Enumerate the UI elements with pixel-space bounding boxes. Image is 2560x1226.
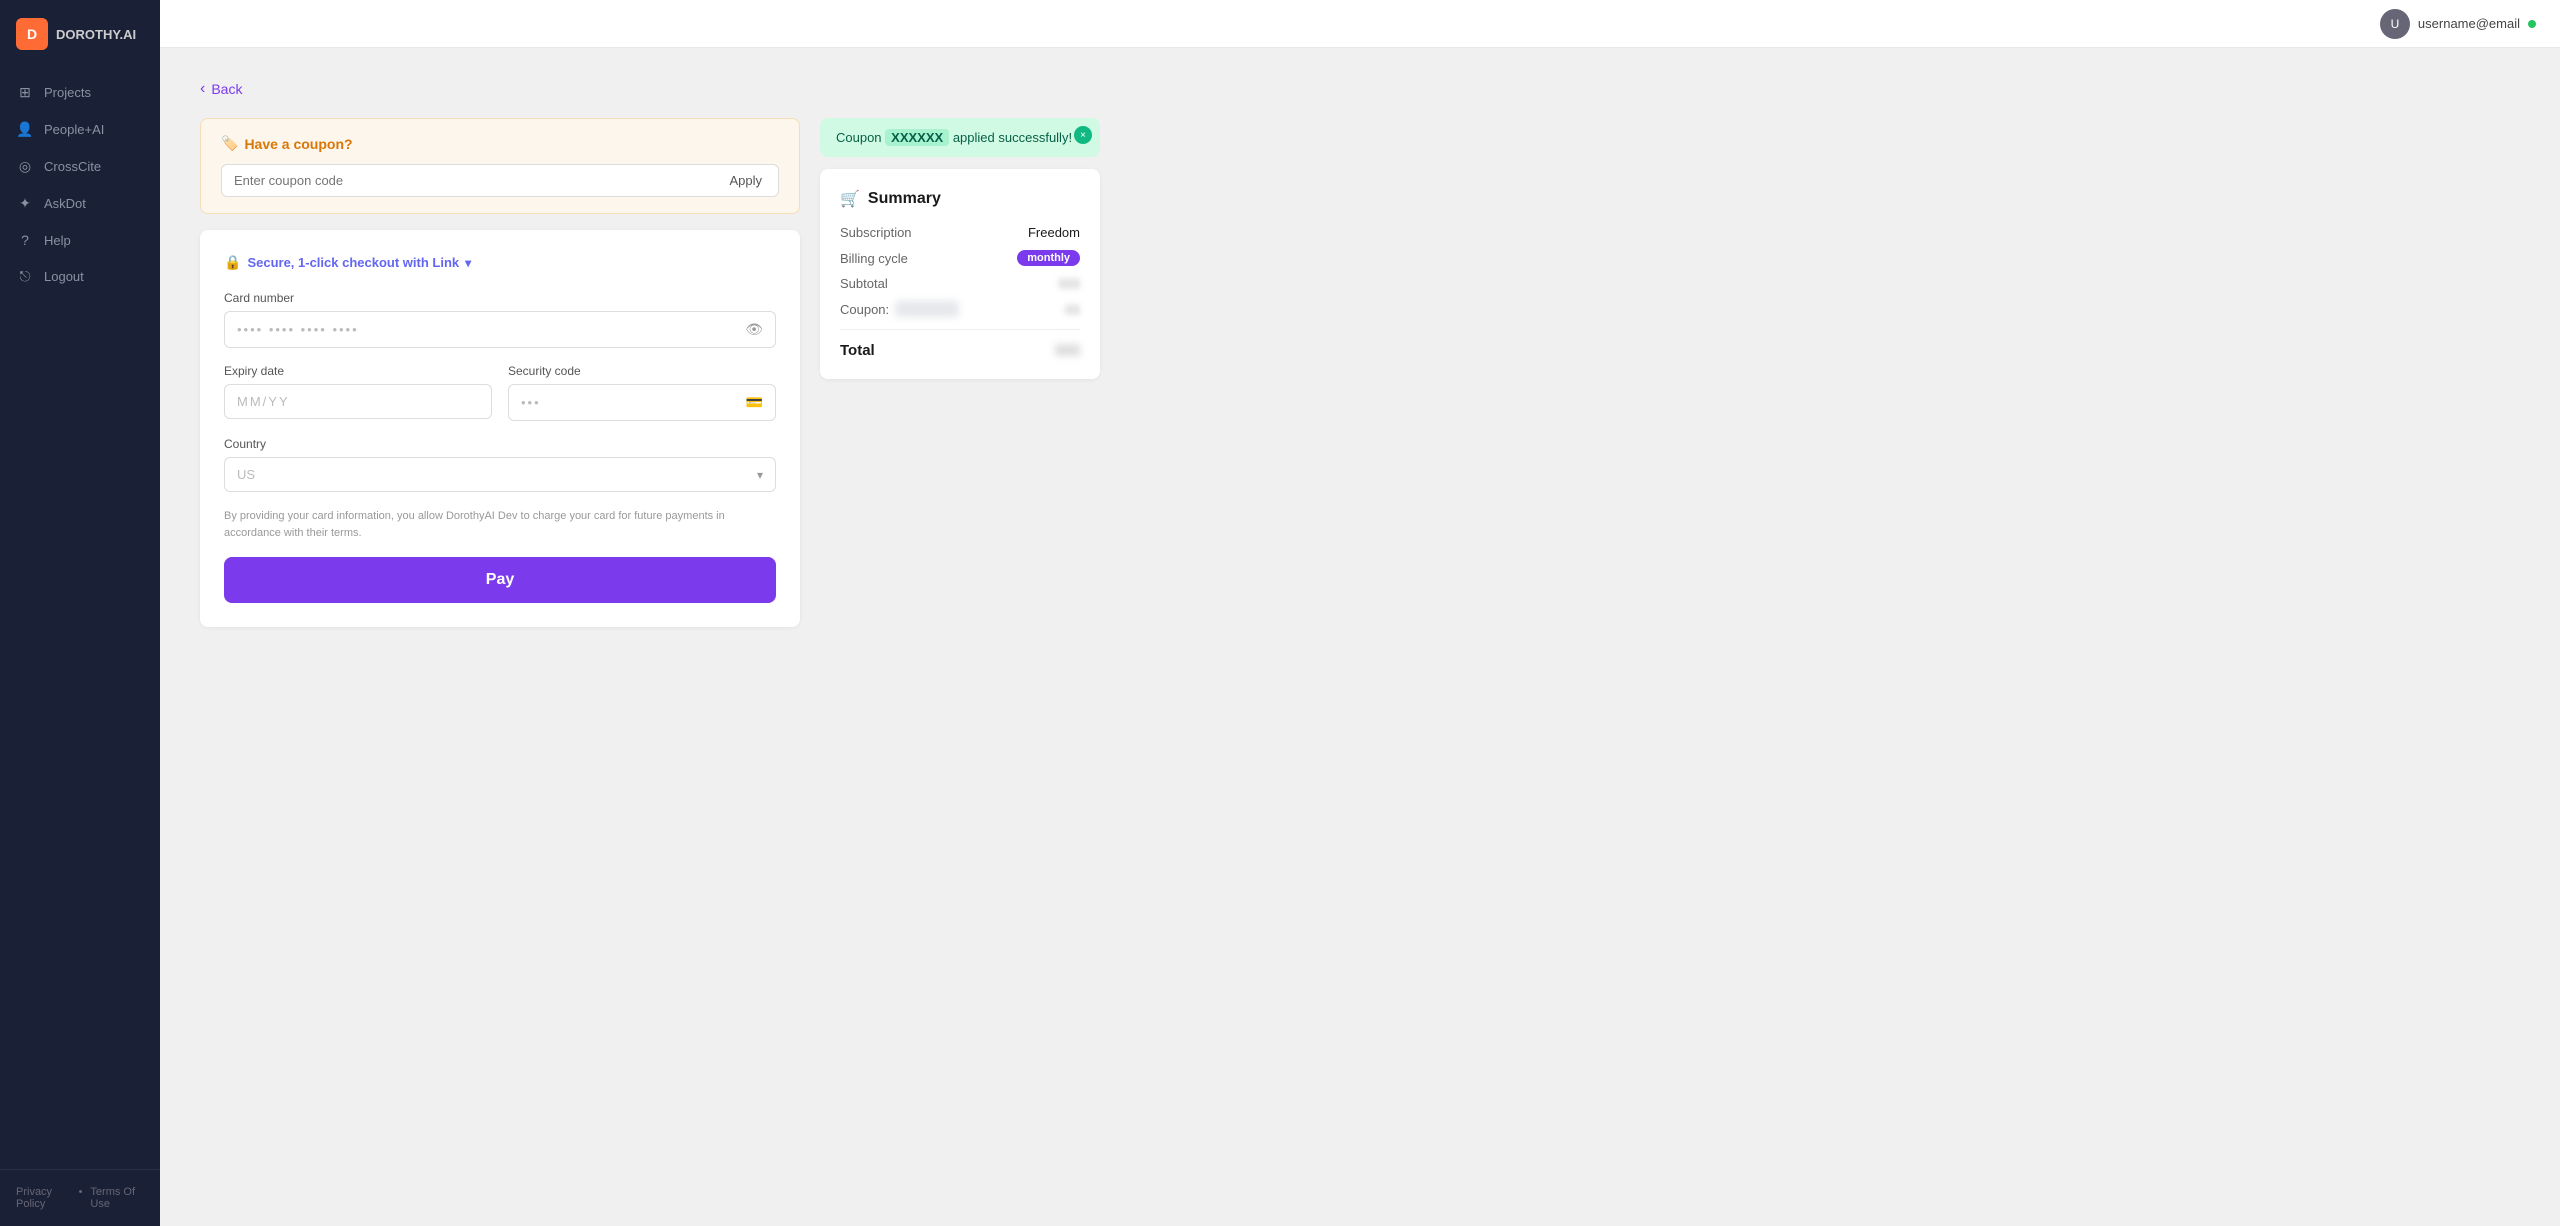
back-label: Back — [211, 81, 242, 97]
security-code-group: Security code ••• 💳 — [508, 364, 776, 421]
footer-links: Privacy Policy • Terms Of Use — [16, 1186, 144, 1210]
secure-checkout-link[interactable]: 🔒 Secure, 1-click checkout with Link ▾ — [224, 254, 776, 271]
chevron-down-icon: ▾ — [465, 256, 471, 270]
coupon-dismiss-button[interactable]: × — [1074, 126, 1092, 144]
crosscite-icon: ◎ — [16, 158, 34, 175]
subscription-value: Freedom — [1028, 225, 1080, 240]
summary-card: 🛒 Summary Subscription Freedom Billing c… — [820, 169, 1100, 379]
country-label: Country — [224, 437, 776, 451]
cvc-icon: 💳 — [746, 394, 763, 411]
checkout-layout: 🏷️ Have a coupon? Apply 🔒 Secure, 1-clic… — [200, 118, 1100, 627]
summary-row-billing-cycle: Billing cycle monthly — [840, 250, 1080, 266]
summary-row-subscription: Subscription Freedom — [840, 225, 1080, 240]
subtotal-value: $$$ — [1058, 276, 1080, 291]
coupon-label-row: Coupon: XXXXXX — [840, 301, 959, 317]
sidebar-item-label: AskDot — [44, 196, 86, 211]
card-number-dots: •••• •••• •••• •••• — [237, 322, 359, 337]
payment-card: 🔒 Secure, 1-click checkout with Link ▾ C… — [200, 230, 800, 627]
sidebar-item-askdot[interactable]: ✦ AskDot — [0, 185, 160, 222]
app-logo-text: DOROTHY.AI — [56, 27, 136, 42]
sidebar-item-label: Logout — [44, 269, 84, 284]
back-link[interactable]: ‹ Back — [200, 80, 242, 98]
coupon-discount-value: -$$ — [1061, 302, 1080, 317]
card-number-group: Card number •••• •••• •••• •••• 👁 — [224, 291, 776, 348]
expiry-placeholder: MM/YY — [237, 394, 290, 409]
sidebar-item-label: Projects — [44, 85, 91, 100]
sidebar-item-crosscite[interactable]: ◎ CrossCite — [0, 148, 160, 185]
country-group: Country US ▾ — [224, 437, 776, 492]
coupon-apply-button[interactable]: Apply — [713, 164, 779, 197]
country-chevron-icon: ▾ — [757, 468, 763, 482]
main-content: U username@email ‹ Back 🏷️ Have a coupon… — [160, 0, 2560, 1226]
total-value: $$$ — [1055, 342, 1080, 359]
sidebar: D DOROTHY.AI ⊞ Projects 👤 People+AI ◎ Cr… — [0, 0, 160, 1226]
total-label: Total — [840, 342, 875, 359]
footer-separator: • — [79, 1186, 83, 1210]
summary-row-coupon: Coupon: XXXXXX -$$ — [840, 301, 1080, 317]
coupon-banner: 🏷️ Have a coupon? Apply — [200, 118, 800, 214]
subscription-label: Subscription — [840, 225, 912, 240]
coupon-input-row: Apply — [221, 164, 779, 197]
security-code-placeholder: ••• — [521, 395, 541, 410]
logout-icon: ⎋ — [16, 268, 34, 285]
coupon-tag-icon: 🏷️ — [221, 135, 238, 152]
username-label: username@email — [2418, 16, 2520, 31]
topbar: U username@email — [160, 0, 2560, 48]
sidebar-nav: ⊞ Projects 👤 People+AI ◎ CrossCite ✦ Ask… — [0, 66, 160, 1169]
people-ai-icon: 👤 — [16, 121, 34, 138]
sidebar-item-logout[interactable]: ⎋ Logout — [0, 258, 160, 295]
summary-divider — [840, 329, 1080, 330]
sidebar-footer: Privacy Policy • Terms Of Use — [0, 1169, 160, 1226]
sidebar-item-projects[interactable]: ⊞ Projects — [0, 74, 160, 111]
eye-icon[interactable]: 👁 — [745, 321, 763, 338]
privacy-policy-link[interactable]: Privacy Policy — [16, 1186, 71, 1210]
terms-of-use-link[interactable]: Terms Of Use — [90, 1186, 144, 1210]
page-content: ‹ Back 🏷️ Have a coupon? Apply — [160, 48, 2560, 1226]
security-code-label: Security code — [508, 364, 776, 378]
terms-text: By providing your card information, you … — [224, 508, 776, 541]
checkout-left: 🏷️ Have a coupon? Apply 🔒 Secure, 1-clic… — [200, 118, 800, 627]
coupon-banner-title: 🏷️ Have a coupon? — [221, 135, 779, 152]
expiry-group: Expiry date MM/YY — [224, 364, 492, 421]
sidebar-item-label: People+AI — [44, 122, 104, 137]
country-value: US — [237, 467, 255, 482]
coupon-name-blurred: XXXXXX — [895, 301, 959, 317]
cart-icon: 🛒 — [840, 189, 860, 209]
expiry-label: Expiry date — [224, 364, 492, 378]
subtotal-label: Subtotal — [840, 276, 888, 291]
card-number-input-wrapper[interactable]: •••• •••• •••• •••• 👁 — [224, 311, 776, 348]
summary-row-total: Total $$$ — [840, 342, 1080, 359]
sidebar-logo: D DOROTHY.AI — [0, 0, 160, 66]
coupon-row-label: Coupon: — [840, 302, 889, 317]
avatar: U — [2380, 9, 2410, 39]
back-chevron-icon: ‹ — [200, 80, 205, 98]
coupon-success-text: Coupon XXXXXX applied successfully! — [836, 130, 1084, 145]
sidebar-item-label: Help — [44, 233, 71, 248]
expiry-security-row: Expiry date MM/YY Security code ••• 💳 — [224, 364, 776, 421]
pay-button[interactable]: Pay — [224, 557, 776, 603]
expiry-input-wrapper[interactable]: MM/YY — [224, 384, 492, 419]
billing-cycle-label: Billing cycle — [840, 251, 908, 266]
online-status-indicator — [2528, 20, 2536, 28]
card-number-label: Card number — [224, 291, 776, 305]
security-code-input-wrapper[interactable]: ••• 💳 — [508, 384, 776, 421]
sidebar-item-help[interactable]: ? Help — [0, 222, 160, 258]
help-icon: ? — [16, 232, 34, 248]
monthly-badge: monthly — [1017, 250, 1080, 266]
coupon-success-banner: Coupon XXXXXX applied successfully! × — [820, 118, 1100, 157]
sidebar-item-people-ai[interactable]: 👤 People+AI — [0, 111, 160, 148]
country-select[interactable]: US ▾ — [224, 457, 776, 492]
summary-title: 🛒 Summary — [840, 189, 1080, 209]
coupon-code-highlighted: XXXXXX — [885, 129, 949, 146]
lock-icon: 🔒 — [224, 254, 241, 271]
sidebar-item-label: CrossCite — [44, 159, 101, 174]
summary-row-subtotal: Subtotal $$$ — [840, 276, 1080, 291]
topbar-user[interactable]: U username@email — [2380, 9, 2536, 39]
projects-icon: ⊞ — [16, 84, 34, 101]
askdot-icon: ✦ — [16, 195, 34, 212]
coupon-code-input[interactable] — [221, 164, 713, 197]
app-logo-icon: D — [16, 18, 48, 50]
summary-section: Coupon XXXXXX applied successfully! × 🛒 … — [820, 118, 1100, 379]
